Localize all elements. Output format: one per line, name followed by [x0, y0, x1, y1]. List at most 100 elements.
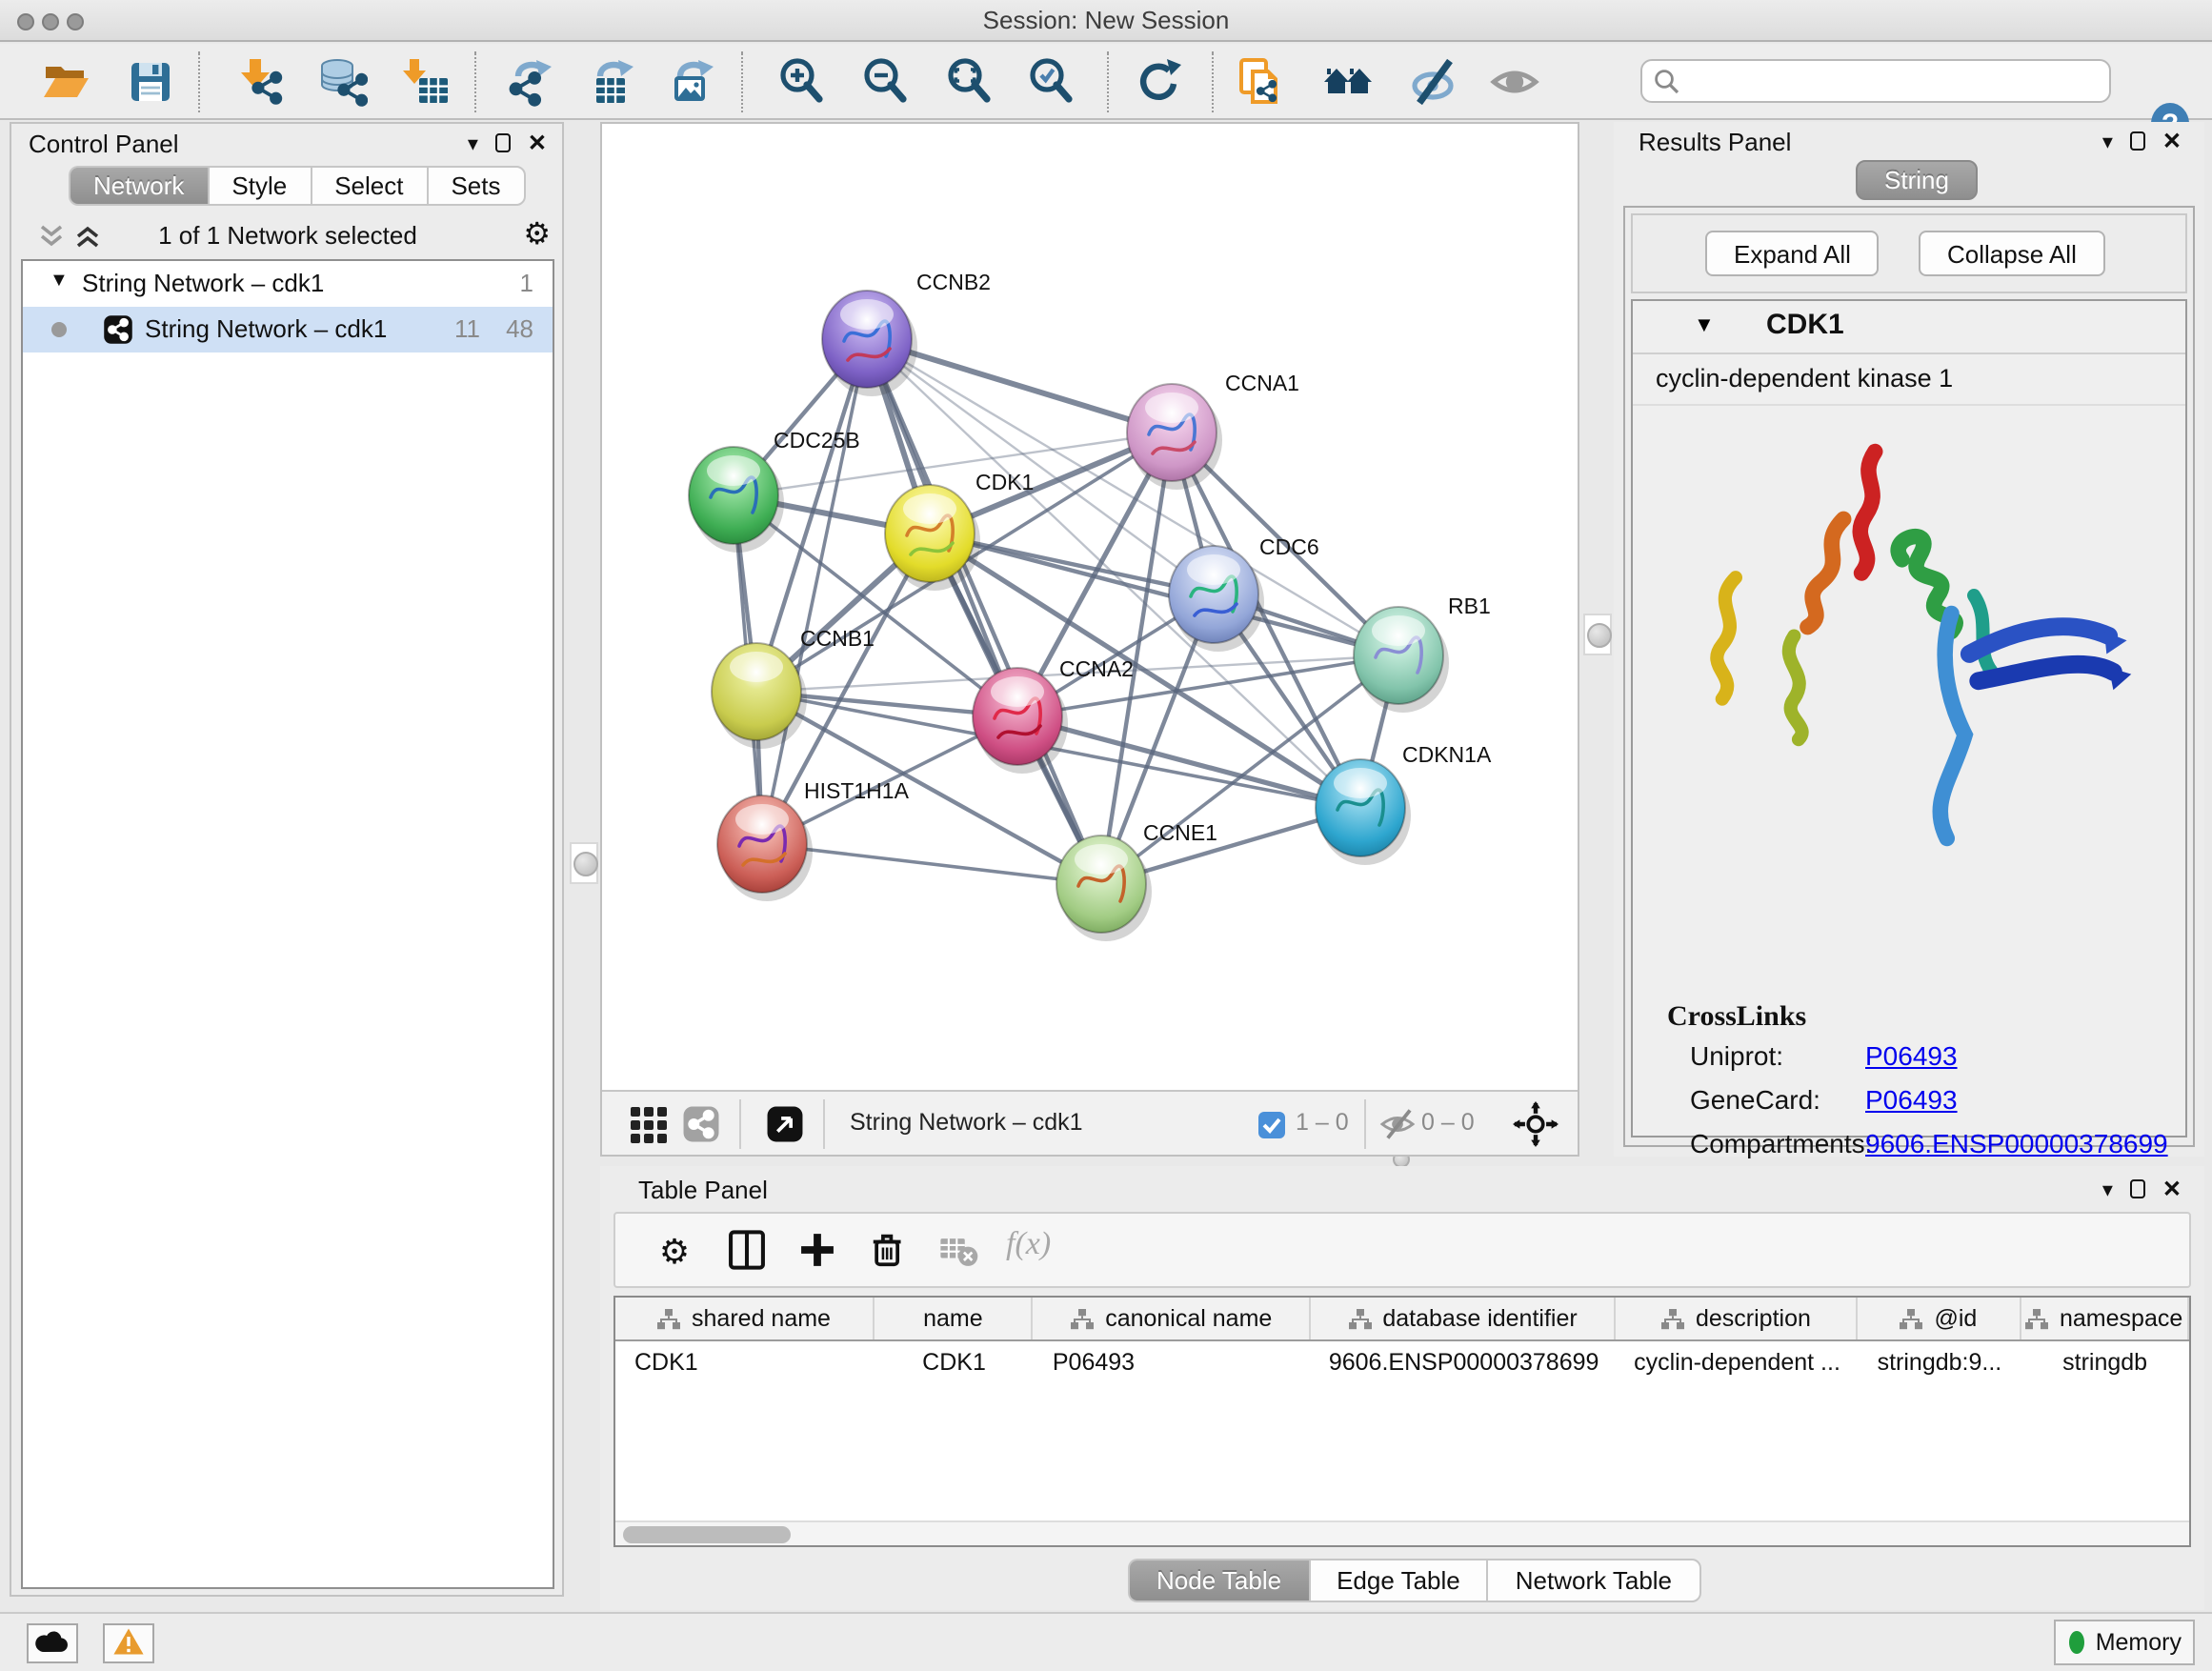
cell-@id[interactable]: stringdb:9...	[1859, 1341, 2021, 1383]
network-edge[interactable]	[762, 339, 867, 844]
network-node-CDC25B[interactable]	[689, 447, 784, 553]
tab-network-table[interactable]: Network Table	[1487, 1559, 1700, 1602]
protein-collapse-icon[interactable]: ▼	[1694, 314, 1715, 337]
zoom-selected-button[interactable]	[1023, 57, 1080, 111]
grid-view-icon[interactable]	[629, 1105, 667, 1143]
cell-canonical-name[interactable]: P06493	[1034, 1341, 1312, 1383]
network-node-CCNE1[interactable]	[1056, 836, 1152, 941]
export-image-button[interactable]	[663, 57, 720, 111]
toolbar-separator	[198, 51, 200, 112]
search-box[interactable]	[1640, 59, 2111, 103]
network-node-HIST1H1A[interactable]	[717, 795, 813, 901]
first-neighbors-button[interactable]	[1320, 57, 1377, 111]
protein-section-header[interactable]: ▼ CDK1	[1633, 301, 2185, 354]
cell-namespace[interactable]: stringdb	[2021, 1341, 2189, 1383]
cell-description[interactable]: cyclin-dependent ...	[1616, 1341, 1858, 1383]
node-label-CCNA2: CCNA2	[1059, 656, 1134, 681]
scrollbar-thumb[interactable]	[623, 1526, 791, 1543]
column-header-namespace[interactable]: namespace	[2021, 1298, 2189, 1339]
warnings-button[interactable]	[103, 1623, 154, 1663]
selected-checkbox-icon[interactable]	[1257, 1111, 1286, 1139]
float-panel-icon[interactable]	[495, 133, 511, 152]
left-splitter[interactable]	[570, 842, 598, 884]
create-column-button[interactable]	[793, 1227, 842, 1277]
export-network-button[interactable]	[501, 57, 558, 111]
table-options-button[interactable]: ⚙	[650, 1227, 699, 1277]
network-collection-row[interactable]: ▼ String Network – cdk1 1	[23, 261, 553, 307]
show-columns-button[interactable]	[722, 1227, 772, 1277]
results-panel: Results Panel ▾ ✕ String Expand All Coll…	[1614, 122, 2204, 1157]
column-header-description[interactable]: description	[1616, 1298, 1858, 1339]
float-table-icon[interactable]	[2130, 1179, 2145, 1198]
crosslink-link[interactable]: P06493	[1865, 1040, 1958, 1084]
network-share-view-icon[interactable]	[682, 1105, 720, 1143]
network-node-CDC6[interactable]	[1169, 546, 1264, 652]
zoom-in-button[interactable]	[774, 57, 831, 111]
tab-select[interactable]: Select	[310, 166, 426, 206]
float-results-icon[interactable]	[2130, 131, 2145, 151]
network-edge[interactable]	[762, 844, 1101, 884]
close-results-icon[interactable]: ✕	[2162, 128, 2182, 154]
close-panel-icon[interactable]: ✕	[528, 130, 547, 156]
network-edge[interactable]	[930, 534, 1398, 655]
save-session-button[interactable]	[122, 57, 179, 111]
collapse-results-icon[interactable]: ▾	[2102, 129, 2113, 153]
network-node-CCNA1[interactable]	[1127, 384, 1222, 490]
network-node-CDK1[interactable]	[885, 485, 980, 591]
import-network-file-button[interactable]	[231, 57, 288, 111]
network-node-CCNA2[interactable]	[973, 668, 1068, 774]
zoom-out-button[interactable]	[857, 57, 915, 111]
collapse-table-icon[interactable]: ▾	[2102, 1177, 2113, 1201]
column-header-@id[interactable]: @id	[1859, 1298, 2021, 1339]
column-header-name[interactable]: name	[875, 1298, 1034, 1339]
crosslink-link[interactable]: P06493	[1865, 1084, 1958, 1128]
tab-sets[interactable]: Sets	[426, 166, 525, 206]
tab-node-table[interactable]: Node Table	[1128, 1559, 1308, 1602]
import-table-file-button[interactable]	[398, 57, 455, 111]
column-header-database-identifier[interactable]: database identifier	[1312, 1298, 1617, 1339]
collapse-all-button[interactable]: Collapse All	[1919, 231, 2105, 276]
cloud-tasks-button[interactable]	[27, 1623, 78, 1663]
zoom-fit-button[interactable]	[941, 57, 998, 111]
expand-all-button[interactable]: Expand All	[1705, 231, 1880, 276]
tree-expand-icon[interactable]: ▼	[50, 271, 69, 292]
delete-table-button[interactable]	[934, 1227, 983, 1277]
column-header-canonical-name[interactable]: canonical name	[1034, 1298, 1312, 1339]
open-in-window-icon[interactable]	[766, 1105, 804, 1143]
delete-column-button[interactable]	[863, 1227, 913, 1277]
tab-edge-table[interactable]: Edge Table	[1308, 1559, 1487, 1602]
apply-layout-button[interactable]	[1130, 57, 1187, 111]
table-row[interactable]: CDK1CDK1P064939606.ENSP00000378699cyclin…	[615, 1341, 2189, 1383]
export-table-button[interactable]	[583, 57, 640, 111]
memory-button[interactable]: Memory	[2054, 1620, 2195, 1665]
right-splitter[interactable]	[1583, 614, 1612, 655]
import-network-database-button[interactable]	[314, 57, 372, 111]
node-label-CDKN1A: CDKN1A	[1402, 742, 1492, 767]
open-session-button[interactable]	[38, 57, 95, 111]
network-canvas[interactable]: CCNB2CCNA1CDC25BCDK1CDC6RB1CCNB1CCNA2CDK…	[602, 124, 1578, 1090]
tab-network[interactable]: Network	[69, 166, 207, 206]
tab-style[interactable]: Style	[207, 166, 310, 206]
cell-name[interactable]: CDK1	[875, 1341, 1034, 1383]
network-options-gear-icon[interactable]: ⚙	[523, 215, 551, 253]
function-builder-fx-icon[interactable]: f(x)	[1006, 1225, 1051, 1263]
clone-network-button[interactable]	[1233, 57, 1290, 111]
close-table-icon[interactable]: ✕	[2162, 1176, 2182, 1202]
table-horizontal-scrollbar[interactable]	[615, 1520, 2189, 1545]
network-node-CCNB2[interactable]	[822, 291, 917, 396]
show-all-button[interactable]	[1486, 57, 1543, 111]
cell-shared-name[interactable]: CDK1	[615, 1341, 875, 1383]
import-database-icon	[318, 57, 368, 107]
fit-selected-crosshair-icon[interactable]	[1513, 1101, 1558, 1147]
cell-database-identifier[interactable]: 9606.ENSP00000378699	[1312, 1341, 1617, 1383]
column-header-shared-name[interactable]: shared name	[615, 1298, 875, 1339]
tab-string[interactable]: String	[1856, 160, 1978, 200]
network-node-RB1[interactable]	[1354, 607, 1449, 713]
collapse-panel-icon[interactable]: ▾	[468, 131, 478, 155]
hide-selected-button[interactable]	[1404, 57, 1461, 111]
column-label: description	[1696, 1305, 1811, 1332]
network-row-selected[interactable]: String Network – cdk1 11 48	[23, 307, 553, 352]
network-list-header: 1 of 1 Network selected ⚙	[21, 215, 554, 257]
network-node-CDKN1A[interactable]	[1316, 759, 1411, 865]
search-input[interactable]	[1688, 63, 2098, 99]
